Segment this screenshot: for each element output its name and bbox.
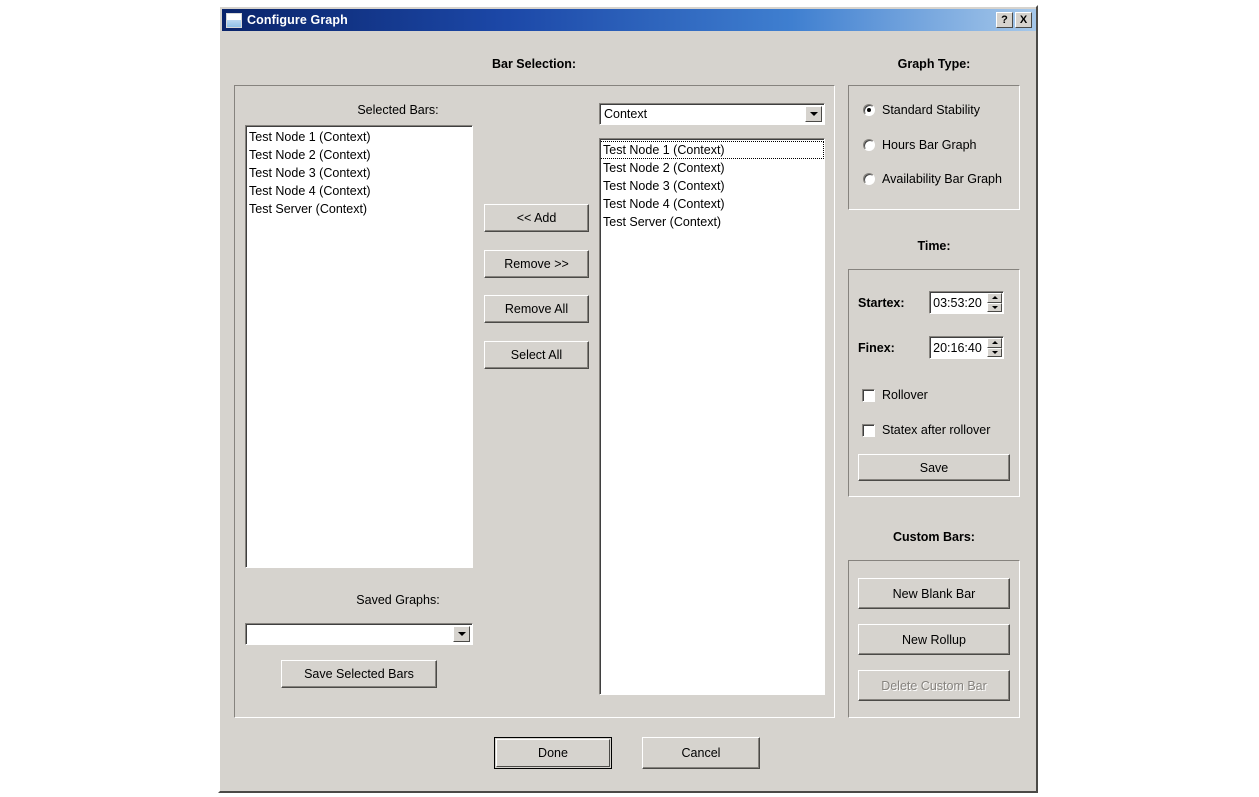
finex-time-spinner[interactable]: 20:16:40 [929,336,1004,359]
list-item[interactable]: Test Node 4 (Context) [600,195,824,213]
help-icon[interactable]: ? [996,12,1013,28]
context-filter-combobox[interactable]: Context [599,103,825,125]
window-title: Configure Graph [247,13,348,27]
time-save-button[interactable]: Save [858,454,1010,481]
startex-label: Startex: [858,296,905,310]
list-item[interactable]: Test Node 3 (Context) [600,177,824,195]
custom-bars-title: Custom Bars: [893,530,975,544]
title-bar[interactable]: Configure Graph ? X [222,9,1036,31]
list-item[interactable]: Test Node 1 (Context) [600,141,824,159]
list-item[interactable]: Test Node 2 (Context) [600,159,824,177]
done-label: Done [538,746,568,760]
checkbox-icon [862,388,875,402]
checkbox-icon [862,423,875,437]
available-bars-listbox[interactable]: Test Node 1 (Context) Test Node 2 (Conte… [599,138,825,695]
radio-label: Hours Bar Graph [882,138,977,152]
list-item[interactable]: Test Node 3 (Context) [246,164,472,182]
startex-spin-buttons[interactable] [987,293,1002,312]
selected-bars-listbox[interactable]: Test Node 1 (Context) Test Node 2 (Conte… [245,125,473,568]
time-title: Time: [917,239,951,253]
select-all-button[interactable]: Select All [484,341,589,369]
spinner-up-icon[interactable] [987,338,1002,348]
list-item[interactable]: Test Node 4 (Context) [246,182,472,200]
startex-time-spinner[interactable]: 03:53:20 [929,291,1004,314]
spinner-down-icon[interactable] [987,347,1002,357]
list-item[interactable]: Test Server (Context) [600,213,824,231]
new-rollup-button[interactable]: New Rollup [858,624,1010,655]
statex-label: Statex after rollover [882,423,991,437]
radio-availability-bar-graph[interactable]: Availability Bar Graph [863,172,1002,186]
radio-icon [863,104,875,116]
rollover-checkbox[interactable]: Rollover [862,388,928,402]
list-item[interactable]: Test Server (Context) [246,200,472,218]
saved-graphs-label: Saved Graphs: [356,593,440,607]
configure-graph-dialog: Configure Graph ? X Bar Selection: Selec… [218,5,1038,793]
radio-label: Availability Bar Graph [882,172,1002,186]
radio-label: Standard Stability [882,103,980,117]
remove-button[interactable]: Remove >> [484,250,589,278]
delete-custom-bar-button: Delete Custom Bar [858,670,1010,701]
chevron-down-icon[interactable] [805,106,822,122]
finex-spin-buttons[interactable] [987,338,1002,357]
title-bar-buttons: ? X [996,12,1032,28]
spinner-up-icon[interactable] [987,293,1002,303]
context-filter-value: Context [604,107,648,121]
window-icon [226,12,242,28]
finex-value[interactable]: 20:16:40 [930,337,987,358]
radio-icon [863,173,875,185]
rollover-label: Rollover [882,388,928,402]
statex-after-rollover-checkbox[interactable]: Statex after rollover [862,423,990,437]
radio-standard-stability[interactable]: Standard Stability [863,103,980,117]
add-button[interactable]: << Add [484,204,589,232]
done-button[interactable]: Done [494,737,612,769]
selected-bars-label: Selected Bars: [357,103,439,117]
radio-hours-bar-graph[interactable]: Hours Bar Graph [863,138,976,152]
saved-graphs-combobox[interactable] [245,623,473,645]
cancel-button[interactable]: Cancel [642,737,760,769]
list-item[interactable]: Test Node 2 (Context) [246,146,472,164]
close-icon[interactable]: X [1015,12,1032,28]
startex-value[interactable]: 03:53:20 [930,292,987,313]
new-blank-bar-button[interactable]: New Blank Bar [858,578,1010,609]
remove-all-button[interactable]: Remove All [484,295,589,323]
graph-type-title: Graph Type: [897,57,971,71]
spinner-down-icon[interactable] [987,302,1002,312]
radio-icon [863,139,875,151]
save-selected-bars-button[interactable]: Save Selected Bars [281,660,437,688]
chevron-down-icon[interactable] [453,626,470,642]
finex-label: Finex: [858,341,895,355]
bar-selection-title: Bar Selection: [491,57,577,71]
list-item[interactable]: Test Node 1 (Context) [246,128,472,146]
